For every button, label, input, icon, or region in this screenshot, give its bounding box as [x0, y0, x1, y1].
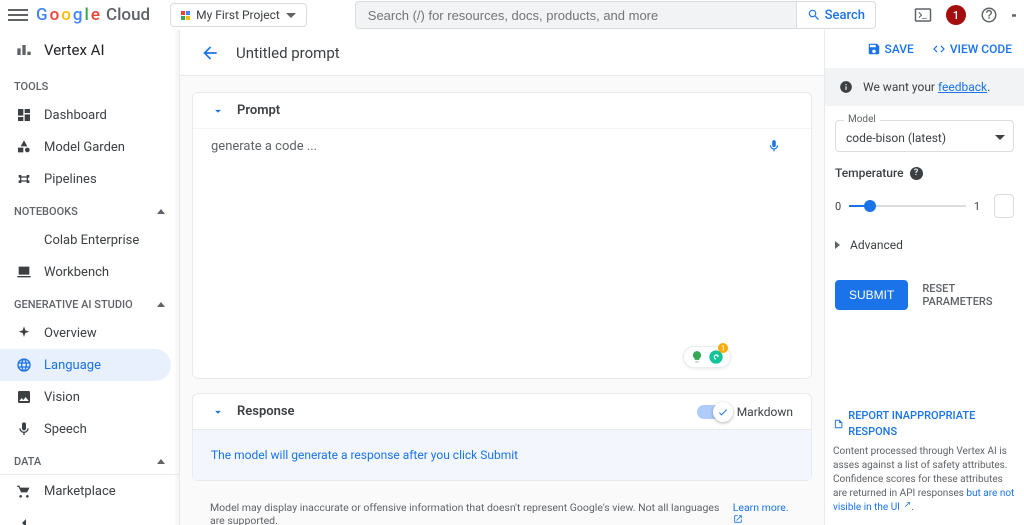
section-gen-ai[interactable]: GENERATIVE AI STUDIO: [0, 288, 179, 317]
info-icon: [839, 80, 853, 94]
sidebar-collapse[interactable]: [0, 507, 179, 525]
model-value: code-bison (latest): [846, 131, 946, 145]
section-notebooks[interactable]: NOTEBOOKS: [0, 195, 179, 224]
speech-icon: [16, 421, 32, 437]
chevron-up-icon: [157, 209, 165, 214]
sidebar: Vertex AI TOOLS Dashboard Model Garden P…: [0, 30, 180, 525]
temperature-input[interactable]: [994, 194, 1014, 218]
collapse-response-icon[interactable]: [211, 405, 225, 419]
response-placeholder: The model will generate a response after…: [193, 429, 811, 480]
sidebar-item-dashboard[interactable]: Dashboard: [0, 99, 179, 131]
project-selector[interactable]: My First Project: [170, 3, 307, 27]
assist-pill[interactable]: 1: [683, 346, 731, 368]
advanced-toggle[interactable]: Advanced: [825, 218, 1024, 272]
safety-note: Content processed through Vertex AI is a…: [833, 446, 1014, 513]
help-icon[interactable]: [980, 6, 998, 24]
sidebar-item-language[interactable]: Language: [0, 349, 171, 381]
sidebar-item-pipelines[interactable]: Pipelines: [0, 163, 179, 195]
vision-icon: [16, 389, 32, 405]
search-button[interactable]: Search: [796, 1, 876, 29]
dashboard-icon: [16, 107, 32, 123]
bulb-icon: [690, 350, 704, 364]
feedback-link[interactable]: feedback: [938, 80, 987, 94]
view-code-button[interactable]: VIEW CODE: [932, 42, 1012, 56]
response-card: Response Markdown The model will generat…: [192, 393, 812, 481]
spark-icon: [16, 325, 32, 341]
response-label: Response: [237, 404, 295, 419]
menu-icon[interactable]: [8, 5, 28, 25]
chevron-up-icon: [157, 302, 165, 307]
temperature-label: Temperature: [835, 166, 904, 180]
google-cloud-logo[interactable]: Google Cloud: [36, 5, 150, 25]
prompt-input[interactable]: generate a code ... 1: [193, 128, 811, 378]
model-garden-icon: [16, 139, 32, 155]
pipelines-icon: [16, 171, 32, 187]
prompt-label: Prompt: [237, 103, 280, 118]
vertex-ai-icon: [14, 40, 34, 60]
search-icon: [807, 8, 821, 22]
page-title: Untitled prompt: [236, 44, 340, 62]
learn-more-link[interactable]: Learn more.: [733, 501, 794, 525]
colab-icon: [16, 232, 32, 248]
mic-icon[interactable]: [767, 139, 781, 153]
search-input[interactable]: [355, 1, 796, 29]
sidebar-item-vision[interactable]: Vision: [0, 381, 179, 413]
project-name: My First Project: [196, 8, 280, 22]
cloud-shell-icon[interactable]: [914, 6, 932, 24]
save-button[interactable]: SAVE: [867, 42, 914, 56]
chevron-left-icon: [16, 515, 32, 525]
marketplace-icon: [16, 483, 32, 499]
section-data[interactable]: DATA: [0, 445, 179, 474]
project-icon: [181, 11, 190, 20]
chevron-down-icon: [286, 13, 296, 18]
sidebar-item-workbench[interactable]: Workbench: [0, 256, 179, 288]
markdown-label: Markdown: [737, 405, 793, 419]
sidebar-item-model-garden[interactable]: Model Garden: [0, 131, 179, 163]
submit-button[interactable]: SUBMIT: [835, 280, 908, 310]
back-arrow-icon[interactable]: [200, 43, 220, 63]
workbench-icon: [16, 264, 32, 280]
collapse-prompt-icon[interactable]: [211, 104, 225, 118]
product-title[interactable]: Vertex AI: [0, 30, 179, 70]
sidebar-item-colab[interactable]: Colab Enterprise: [0, 224, 179, 256]
prompt-card: Prompt generate a code ... 1: [192, 92, 812, 379]
markdown-toggle[interactable]: [697, 405, 731, 419]
right-panel: SAVE VIEW CODE We want your feedback. Mo…: [824, 30, 1024, 525]
grammarly-icon: 1: [708, 349, 724, 365]
model-select[interactable]: Model code-bison (latest): [835, 120, 1014, 152]
sidebar-item-marketplace[interactable]: Marketplace: [0, 475, 179, 507]
chevron-up-icon: [157, 459, 165, 464]
feedback-banner: We want your feedback.: [825, 68, 1024, 106]
more-icon[interactable]: [1012, 6, 1016, 24]
sidebar-item-speech[interactable]: Speech: [0, 413, 179, 445]
temperature-slider[interactable]: [849, 205, 966, 207]
sidebar-item-overview[interactable]: Overview: [0, 317, 179, 349]
disclaimer: Model may display inaccurate or offensiv…: [192, 495, 812, 525]
section-tools: TOOLS: [0, 70, 179, 99]
reset-parameters-link[interactable]: RESET PARAMETERS: [922, 282, 1014, 308]
help-icon[interactable]: ?: [910, 167, 923, 180]
report-link[interactable]: REPORT INAPPROPRIATE RESPONS: [833, 408, 1016, 439]
chevron-down-icon: [995, 135, 1005, 140]
notifications-badge[interactable]: 1: [946, 5, 966, 25]
chevron-right-icon: [835, 241, 840, 249]
language-icon: [16, 357, 32, 373]
